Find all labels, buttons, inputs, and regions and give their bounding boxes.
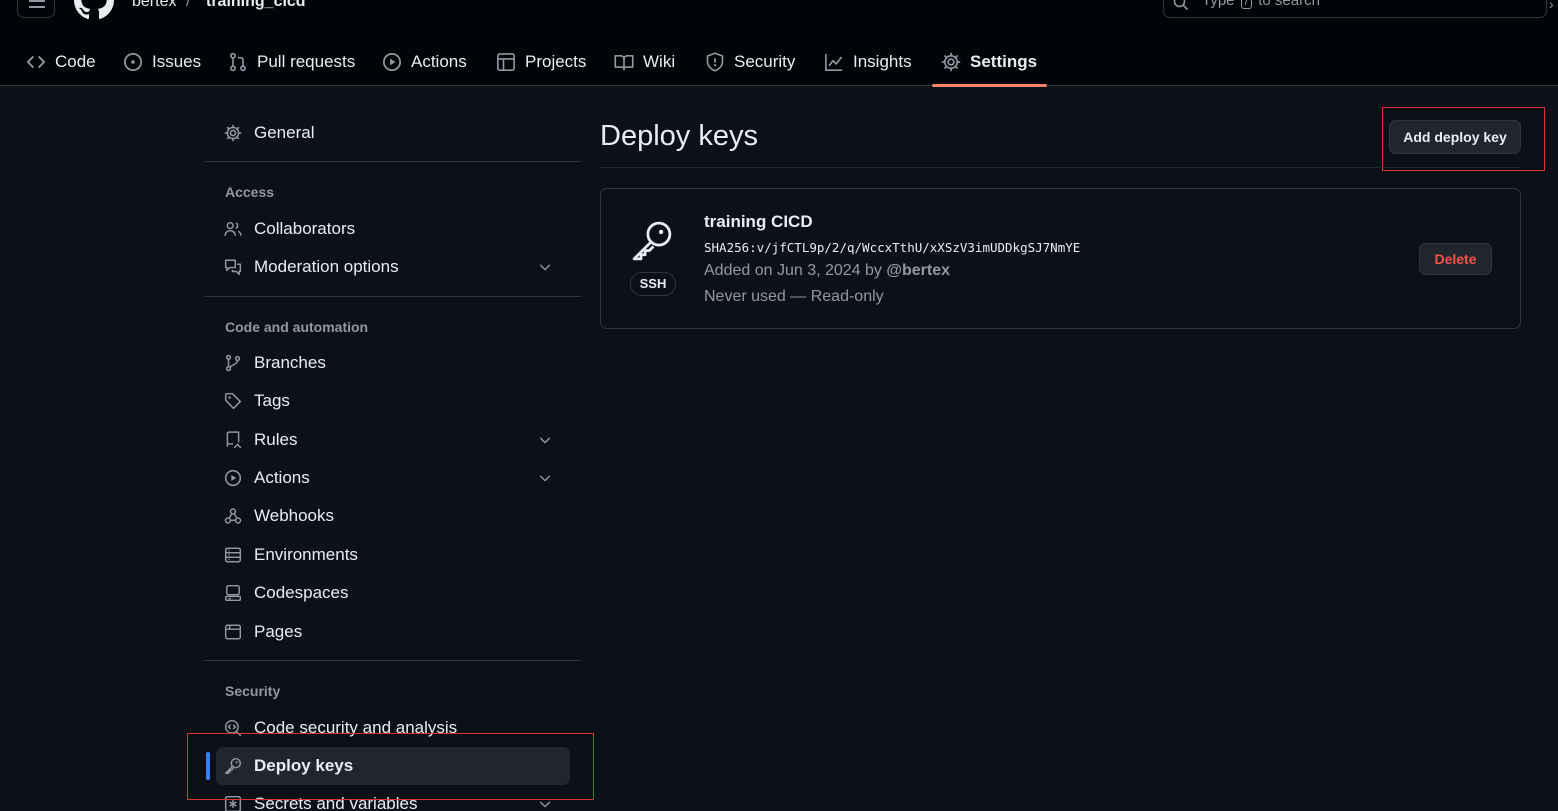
sidebar-item-label: Collaborators: [254, 219, 356, 238]
key-usage-info: Never used — Read-only: [704, 288, 884, 305]
sidebar-section-code-automation: Code and automation: [225, 319, 369, 335]
breadcrumb-separator: /: [186, 0, 191, 10]
delete-key-button[interactable]: Delete: [1419, 243, 1492, 275]
sidebar-divider: [205, 660, 581, 661]
chevron-down-icon: [539, 437, 551, 444]
graph-icon: [825, 53, 843, 71]
tab-projects[interactable]: Projects: [496, 38, 586, 86]
key-type-badge: SSH: [630, 272, 676, 296]
sidebar-item-webhooks[interactable]: Webhooks: [216, 497, 570, 535]
sidebar-item-branches[interactable]: Branches: [216, 344, 570, 382]
tab-pull-requests-label: Pull requests: [257, 52, 356, 71]
tab-security[interactable]: Security: [705, 38, 795, 86]
issue-opened-icon: [124, 53, 142, 71]
sidebar-item-label: Actions: [254, 468, 310, 487]
sidebar-item-label: Webhooks: [254, 506, 335, 525]
tab-actions-label: Actions: [411, 52, 467, 71]
sidebar-item-label: Tags: [254, 391, 290, 410]
chevron-down-icon: [539, 475, 551, 482]
key-title: training CICD: [704, 212, 813, 231]
sidebar-item-environments[interactable]: Environments: [216, 536, 570, 574]
highlight-box-add-button: [1382, 107, 1545, 171]
sidebar-item-tags[interactable]: Tags: [216, 382, 570, 420]
tab-issues-label: Issues: [152, 52, 202, 71]
sidebar-item-rules[interactable]: Rules: [216, 421, 570, 459]
tag-icon: [224, 392, 242, 410]
key-fingerprint: SHA256:v/jfCTL9p/2/q/WccxTthU/xXSzV3imUD…: [704, 240, 1081, 255]
search-placeholder: Type / to search: [1202, 0, 1320, 9]
tab-projects-label: Projects: [525, 52, 587, 71]
highlight-box-deploy-keys: [187, 733, 594, 800]
search-icon: [1173, 0, 1189, 11]
sidebar-item-general[interactable]: General: [216, 114, 570, 152]
breadcrumb-repo-link[interactable]: training_cicd: [206, 0, 306, 12]
tab-code[interactable]: Code: [26, 38, 96, 86]
sidebar-divider: [205, 296, 581, 297]
shield-icon: [706, 52, 724, 72]
search-input[interactable]: Type / to search: [1163, 0, 1547, 18]
sidebar-item-actions[interactable]: Actions: [216, 459, 570, 497]
browser-icon: [224, 624, 242, 640]
play-icon: [383, 53, 401, 71]
tab-wiki-label: Wiki: [643, 52, 676, 71]
key-added-by-link[interactable]: @bertex: [886, 262, 950, 279]
slash-key-hint: /: [1240, 0, 1253, 9]
git-branch-icon: [225, 354, 241, 372]
tab-issues[interactable]: Issues: [123, 38, 201, 86]
sidebar-item-codespaces[interactable]: Codespaces: [216, 574, 570, 612]
gear-icon: [941, 52, 961, 72]
tab-code-label: Code: [55, 52, 96, 71]
webhook-icon: [224, 508, 242, 524]
page-title: Deploy keys: [600, 120, 758, 152]
sidebar-section-access: Access: [225, 184, 275, 200]
sidebar-section-security: Security: [225, 683, 281, 699]
repo-push-icon: [226, 431, 242, 449]
sidebar-item-label: Pages: [254, 622, 303, 641]
command-palette-icon[interactable]: ›: [1549, 0, 1554, 12]
git-pull-request-icon: [230, 52, 246, 72]
tab-insights[interactable]: Insights: [824, 38, 912, 86]
key-icon: [632, 221, 672, 261]
sidebar-item-label: Environments: [254, 545, 358, 564]
sidebar-item-label: Moderation options: [254, 257, 399, 276]
tab-actions[interactable]: Actions: [382, 38, 467, 86]
tab-settings-label: Settings: [970, 52, 1038, 71]
code-icon: [26, 56, 46, 68]
key-added-info: Added on Jun 3, 2024 by @bertex: [704, 262, 950, 279]
sidebar-item-pages[interactable]: Pages: [216, 613, 570, 651]
chevron-down-icon: [539, 264, 551, 271]
server-icon: [224, 547, 242, 563]
sidebar-item-label: Codespaces: [254, 583, 349, 602]
comment-discussion-icon: [224, 259, 242, 276]
tab-settings[interactable]: Settings: [931, 38, 1048, 87]
tab-insights-label: Insights: [853, 52, 912, 71]
repo-header: bertex / training_cicd Type / to search …: [0, 0, 1558, 87]
title-divider: [600, 167, 1521, 168]
tab-pull-requests[interactable]: Pull requests: [228, 38, 355, 86]
people-icon: [224, 221, 242, 236]
hamburger-menu-button[interactable]: [17, 0, 55, 18]
deploy-key-card: SSH training CICD SHA256:v/jfCTL9p/2/q/W…: [600, 188, 1521, 329]
breadcrumb-owner-link[interactable]: bertex: [132, 0, 176, 12]
table-icon: [497, 53, 515, 71]
sidebar-item-label: General: [254, 123, 315, 142]
github-logo-icon[interactable]: [74, 0, 114, 20]
sidebar-item-label: Branches: [254, 353, 326, 372]
sidebar-item-collaborators[interactable]: Collaborators: [216, 210, 570, 248]
tab-wiki[interactable]: Wiki: [614, 38, 675, 86]
sidebar-divider: [205, 161, 581, 162]
play-icon: [224, 469, 242, 487]
sidebar-item-moderation[interactable]: Moderation options: [216, 248, 570, 286]
tab-security-label: Security: [734, 52, 796, 71]
book-icon: [614, 54, 634, 71]
sidebar-item-label: Rules: [254, 430, 298, 449]
codespaces-icon: [224, 584, 242, 602]
gear-icon: [224, 124, 242, 142]
